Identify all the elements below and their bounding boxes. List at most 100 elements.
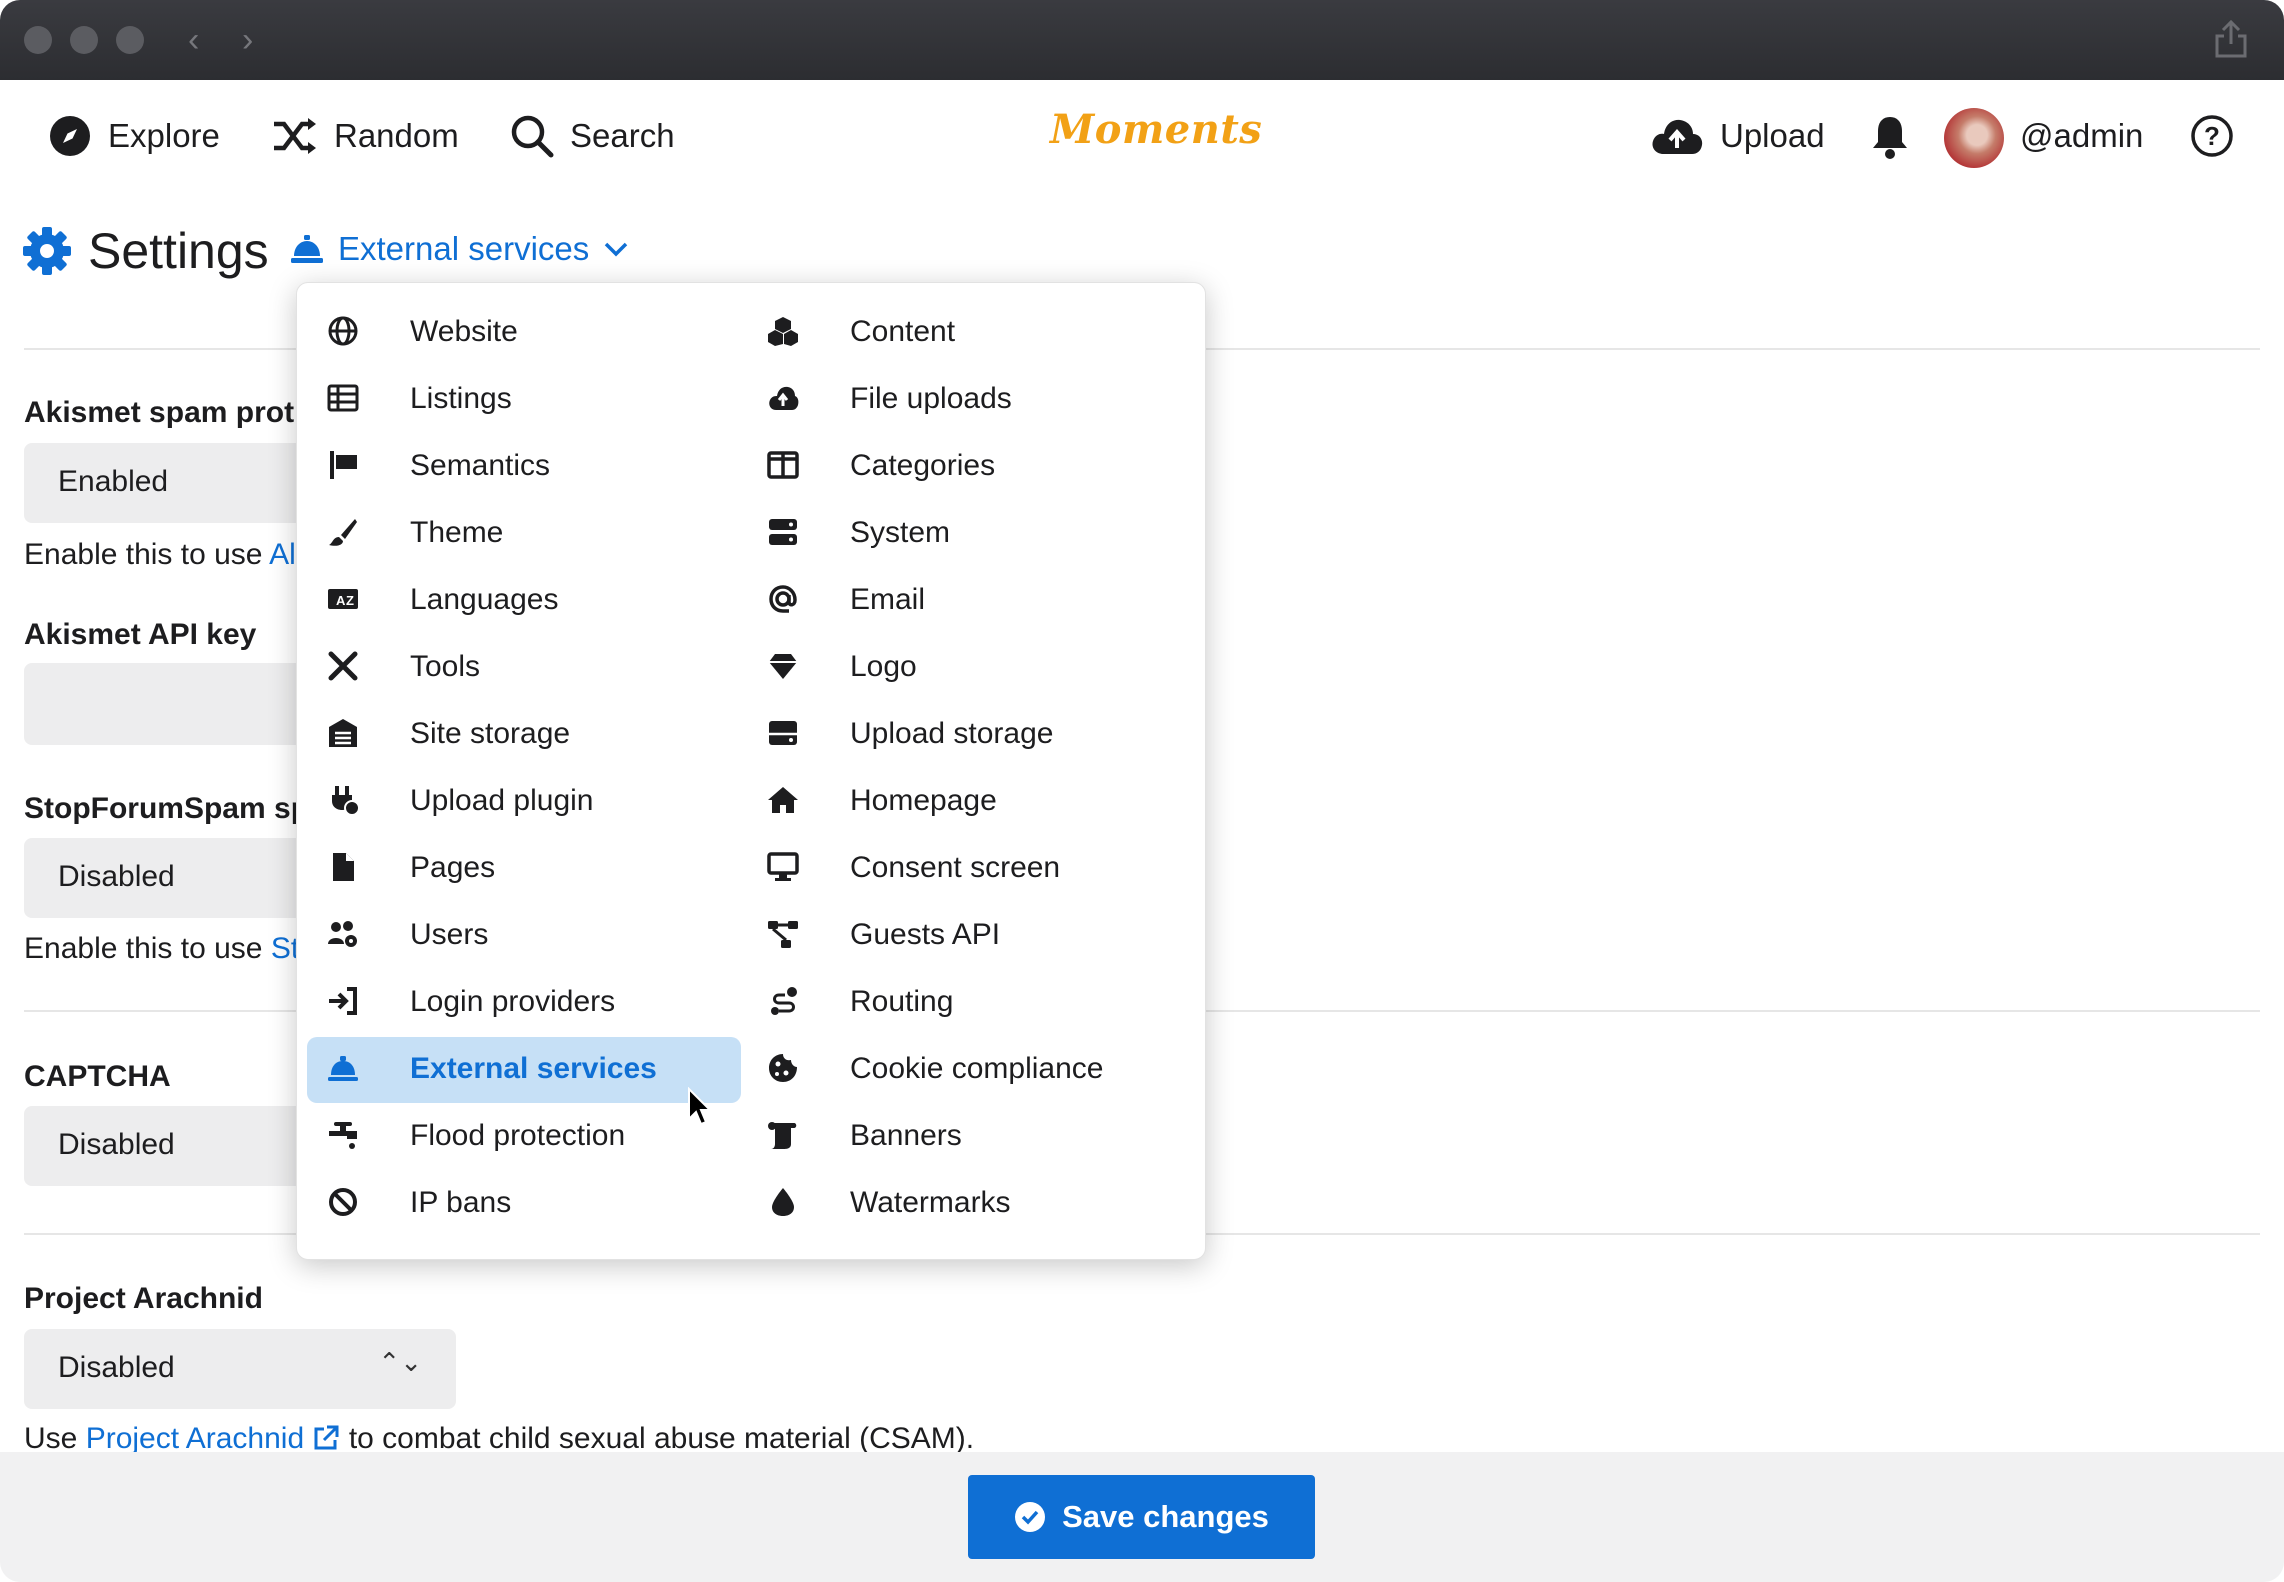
menu-item-semantics[interactable]: Semantics xyxy=(307,434,741,500)
sign-in-icon xyxy=(325,983,361,1019)
arachnid-select[interactable]: Disabled ⌃⌄ xyxy=(24,1329,456,1409)
menu-item-label: Users xyxy=(410,918,489,951)
menu-item-tools[interactable]: Tools xyxy=(307,635,741,701)
section-dropdown-toggle[interactable]: External services xyxy=(290,230,629,268)
menu-item-upload-storage[interactable]: Upload storage xyxy=(747,702,1187,768)
nav-explore[interactable]: Explore xyxy=(48,108,220,164)
globe-icon xyxy=(325,313,361,349)
stopforumspam-label: StopForumSpam sp xyxy=(24,792,310,825)
menu-item-cookie-compliance[interactable]: Cookie compliance xyxy=(747,1037,1187,1103)
zoom-window-button[interactable] xyxy=(116,26,144,54)
server-icon xyxy=(765,514,801,550)
route-icon xyxy=(765,983,801,1019)
menu-item-upload-plugin[interactable]: Upload plugin xyxy=(307,769,741,835)
menu-item-label: Categories xyxy=(850,449,996,482)
nav-upload-label: Upload xyxy=(1720,117,1825,154)
arachnid-help: Use Project Arachnid to combat child sex… xyxy=(24,1422,975,1455)
akismet-help-link[interactable]: Al xyxy=(269,538,296,571)
search-icon xyxy=(511,115,554,158)
nav-explore-label: Explore xyxy=(108,117,220,154)
stopforumspam-select-value: Disabled xyxy=(58,860,175,893)
menu-item-homepage[interactable]: Homepage xyxy=(747,769,1187,835)
menu-item-login-providers[interactable]: Login providers xyxy=(307,970,741,1036)
nav-random-label: Random xyxy=(334,117,459,154)
hdd-icon xyxy=(765,715,801,751)
language-icon: AZ xyxy=(325,581,361,617)
menu-item-label: Logo xyxy=(850,650,917,683)
help-icon[interactable]: ? xyxy=(2190,114,2234,158)
select-arrows-icon: ⌃⌄ xyxy=(378,1347,422,1377)
menu-item-languages[interactable]: A Z Languages xyxy=(307,568,741,634)
nav-search-label: Search xyxy=(570,117,675,154)
menu-item-listings[interactable]: Listings xyxy=(307,367,741,433)
menu-item-label: Semantics xyxy=(410,449,551,482)
ban-icon xyxy=(325,1184,361,1220)
menu-item-website[interactable]: Website xyxy=(307,300,741,366)
diagram-icon xyxy=(765,916,801,952)
back-icon[interactable]: ‹ xyxy=(188,20,199,60)
scroll-icon xyxy=(765,1117,801,1153)
akismet-key-label: Akismet API key xyxy=(24,618,257,651)
menu-item-label: Login providers xyxy=(410,985,616,1018)
site-logo[interactable]: Moments xyxy=(1050,106,1262,153)
menu-item-logo[interactable]: Logo xyxy=(747,635,1187,701)
share-icon[interactable] xyxy=(2212,18,2250,60)
cookie-icon xyxy=(765,1050,801,1086)
menu-item-file-uploads[interactable]: File uploads xyxy=(747,367,1187,433)
nav-upload[interactable]: Upload xyxy=(1650,108,1825,164)
menu-item-categories[interactable]: Categories xyxy=(747,434,1187,500)
stopforumspam-help: Enable this to use St xyxy=(24,932,300,965)
paintbrush-icon xyxy=(325,514,361,550)
menu-item-label: Cookie compliance xyxy=(850,1052,1104,1085)
menu-item-site-storage[interactable]: Site storage xyxy=(307,702,741,768)
columns-icon xyxy=(765,447,801,483)
menu-item-content[interactable]: Content xyxy=(747,300,1187,366)
warehouse-icon xyxy=(325,715,361,751)
menu-item-guests-api[interactable]: Guests API xyxy=(747,903,1187,969)
menu-item-label: Watermarks xyxy=(850,1186,1011,1219)
menu-item-users[interactable]: Users xyxy=(307,903,741,969)
nav-search[interactable]: Search xyxy=(510,108,675,164)
section-dropdown-label: External services xyxy=(338,230,590,267)
at-icon xyxy=(765,581,801,617)
bell-concierge-icon xyxy=(325,1050,361,1086)
settings-section-menu: Website Listings Semantics Theme A Z Languages… xyxy=(296,282,1206,1260)
arachnid-label: Project Arachnid xyxy=(24,1282,263,1315)
arachnid-help-link[interactable]: Project Arachnid xyxy=(86,1422,304,1455)
avatar[interactable] xyxy=(1944,108,2004,168)
stopforumspam-help-link[interactable]: St xyxy=(271,932,299,965)
menu-item-label: External services xyxy=(410,1052,657,1085)
droplet-icon xyxy=(765,1184,801,1220)
save-button[interactable]: Save changes xyxy=(968,1475,1315,1559)
nav-username[interactable]: @admin xyxy=(2020,108,2143,164)
menu-item-theme[interactable]: Theme xyxy=(307,501,741,567)
file-icon xyxy=(325,849,361,885)
menu-item-banners[interactable]: Banners xyxy=(747,1104,1187,1170)
menu-item-label: Listings xyxy=(410,382,512,415)
faucet-icon xyxy=(325,1117,361,1153)
svg-text:A: A xyxy=(336,593,346,608)
minimize-window-button[interactable] xyxy=(70,26,98,54)
home-icon xyxy=(765,782,801,818)
menu-item-label: Routing xyxy=(850,985,954,1018)
shuffle-icon xyxy=(274,118,316,154)
menu-item-pages[interactable]: Pages xyxy=(307,836,741,902)
menu-item-label: IP bans xyxy=(410,1186,512,1219)
menu-item-label: Pages xyxy=(410,851,496,884)
menu-item-label: Guests API xyxy=(850,918,1001,951)
menu-item-flood-protection[interactable]: Flood protection xyxy=(307,1104,741,1170)
menu-item-email[interactable]: Email xyxy=(747,568,1187,634)
close-window-button[interactable] xyxy=(24,26,52,54)
menu-item-watermarks[interactable]: Watermarks xyxy=(747,1171,1187,1237)
menu-item-label: Theme xyxy=(410,516,504,549)
menu-item-routing[interactable]: Routing xyxy=(747,970,1187,1036)
bell-icon[interactable] xyxy=(1870,114,1910,160)
menu-item-consent-screen[interactable]: Consent screen xyxy=(747,836,1187,902)
forward-icon[interactable]: › xyxy=(242,20,253,60)
menu-item-system[interactable]: System xyxy=(747,501,1187,567)
menu-item-external-services[interactable]: External services xyxy=(307,1037,741,1103)
menu-item-ip-bans[interactable]: IP bans xyxy=(307,1171,741,1237)
check-circle-icon xyxy=(1015,1502,1046,1532)
menu-item-label: System xyxy=(850,516,951,549)
nav-random[interactable]: Random xyxy=(272,108,459,164)
